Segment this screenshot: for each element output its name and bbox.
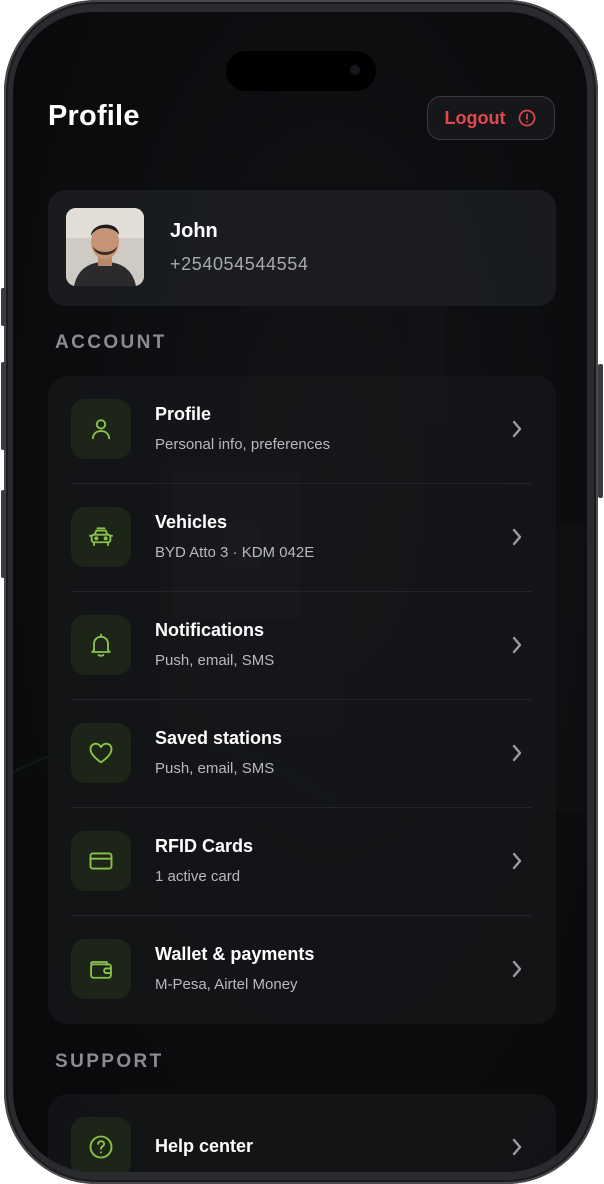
user-name: John xyxy=(170,220,218,242)
menu-item-rfid-cards[interactable]: RFID Cards 1 active card xyxy=(48,808,556,916)
bell-icon xyxy=(71,615,131,675)
dynamic-island xyxy=(226,51,376,91)
user-phone: +254054544554 xyxy=(170,254,309,274)
menu-item-subtitle: M-Pesa, Airtel Money xyxy=(155,976,298,993)
chevron-right-icon xyxy=(512,420,522,438)
logout-button[interactable]: Logout xyxy=(427,96,555,140)
support-group: Help center xyxy=(48,1094,556,1172)
chevron-right-icon xyxy=(512,528,522,546)
menu-item-profile[interactable]: Profile Personal info, preferences xyxy=(48,376,556,484)
heart-icon xyxy=(71,723,131,783)
volume-down-button xyxy=(1,490,6,578)
chevron-right-icon xyxy=(512,960,522,978)
chevron-right-icon xyxy=(512,852,522,870)
menu-item-subtitle: Push, email, SMS xyxy=(155,652,275,669)
account-settings-group: Profile Personal info, preferences Vehic… xyxy=(48,376,556,1024)
menu-item-subtitle: BYD Atto 3 · KDM 042E xyxy=(155,544,315,561)
screen: Profile Logout John +254054544554 ACCOUN… xyxy=(13,12,587,1172)
menu-item-title: Saved stations xyxy=(155,728,283,748)
help-icon xyxy=(71,1117,131,1172)
menu-item-subtitle: Push, email, SMS xyxy=(155,760,275,777)
menu-item-subtitle: Personal info, preferences xyxy=(155,436,331,453)
menu-item-title: Notifications xyxy=(155,620,265,640)
logout-label: Logout xyxy=(444,107,506,128)
menu-item-help-center[interactable]: Help center xyxy=(48,1094,556,1172)
chevron-right-icon xyxy=(512,636,522,654)
menu-item-title: Profile xyxy=(155,404,212,424)
menu-item-wallet-payments[interactable]: Wallet & payments M-Pesa, Airtel Money xyxy=(48,916,556,1024)
page-title: Profile xyxy=(48,100,140,132)
menu-item-title: RFID Cards xyxy=(155,836,254,856)
section-label-support: SUPPORT xyxy=(55,1051,164,1072)
action-button xyxy=(1,288,6,326)
menu-item-subtitle: 1 active card xyxy=(155,868,241,885)
menu-item-title: Vehicles xyxy=(155,512,228,532)
menu-item-vehicles[interactable]: Vehicles BYD Atto 3 · KDM 042E xyxy=(48,484,556,592)
menu-item-title: Wallet & payments xyxy=(155,944,315,964)
power-button xyxy=(598,364,603,498)
volume-up-button xyxy=(1,362,6,450)
chevron-right-icon xyxy=(512,744,522,762)
menu-item-title: Help center xyxy=(155,1136,254,1156)
menu-item-saved-stations[interactable]: Saved stations Push, email, SMS xyxy=(48,700,556,808)
chevron-right-icon xyxy=(512,1138,522,1156)
alert-circle-icon xyxy=(519,109,536,127)
car-icon xyxy=(71,507,131,567)
menu-item-notifications[interactable]: Notifications Push, email, SMS xyxy=(48,592,556,700)
user-icon xyxy=(71,399,131,459)
user-card[interactable]: John +254054544554 xyxy=(48,190,556,306)
section-label-account: ACCOUNT xyxy=(55,332,167,353)
avatar xyxy=(66,208,144,286)
card-icon xyxy=(71,831,131,891)
wallet-icon xyxy=(71,939,131,999)
